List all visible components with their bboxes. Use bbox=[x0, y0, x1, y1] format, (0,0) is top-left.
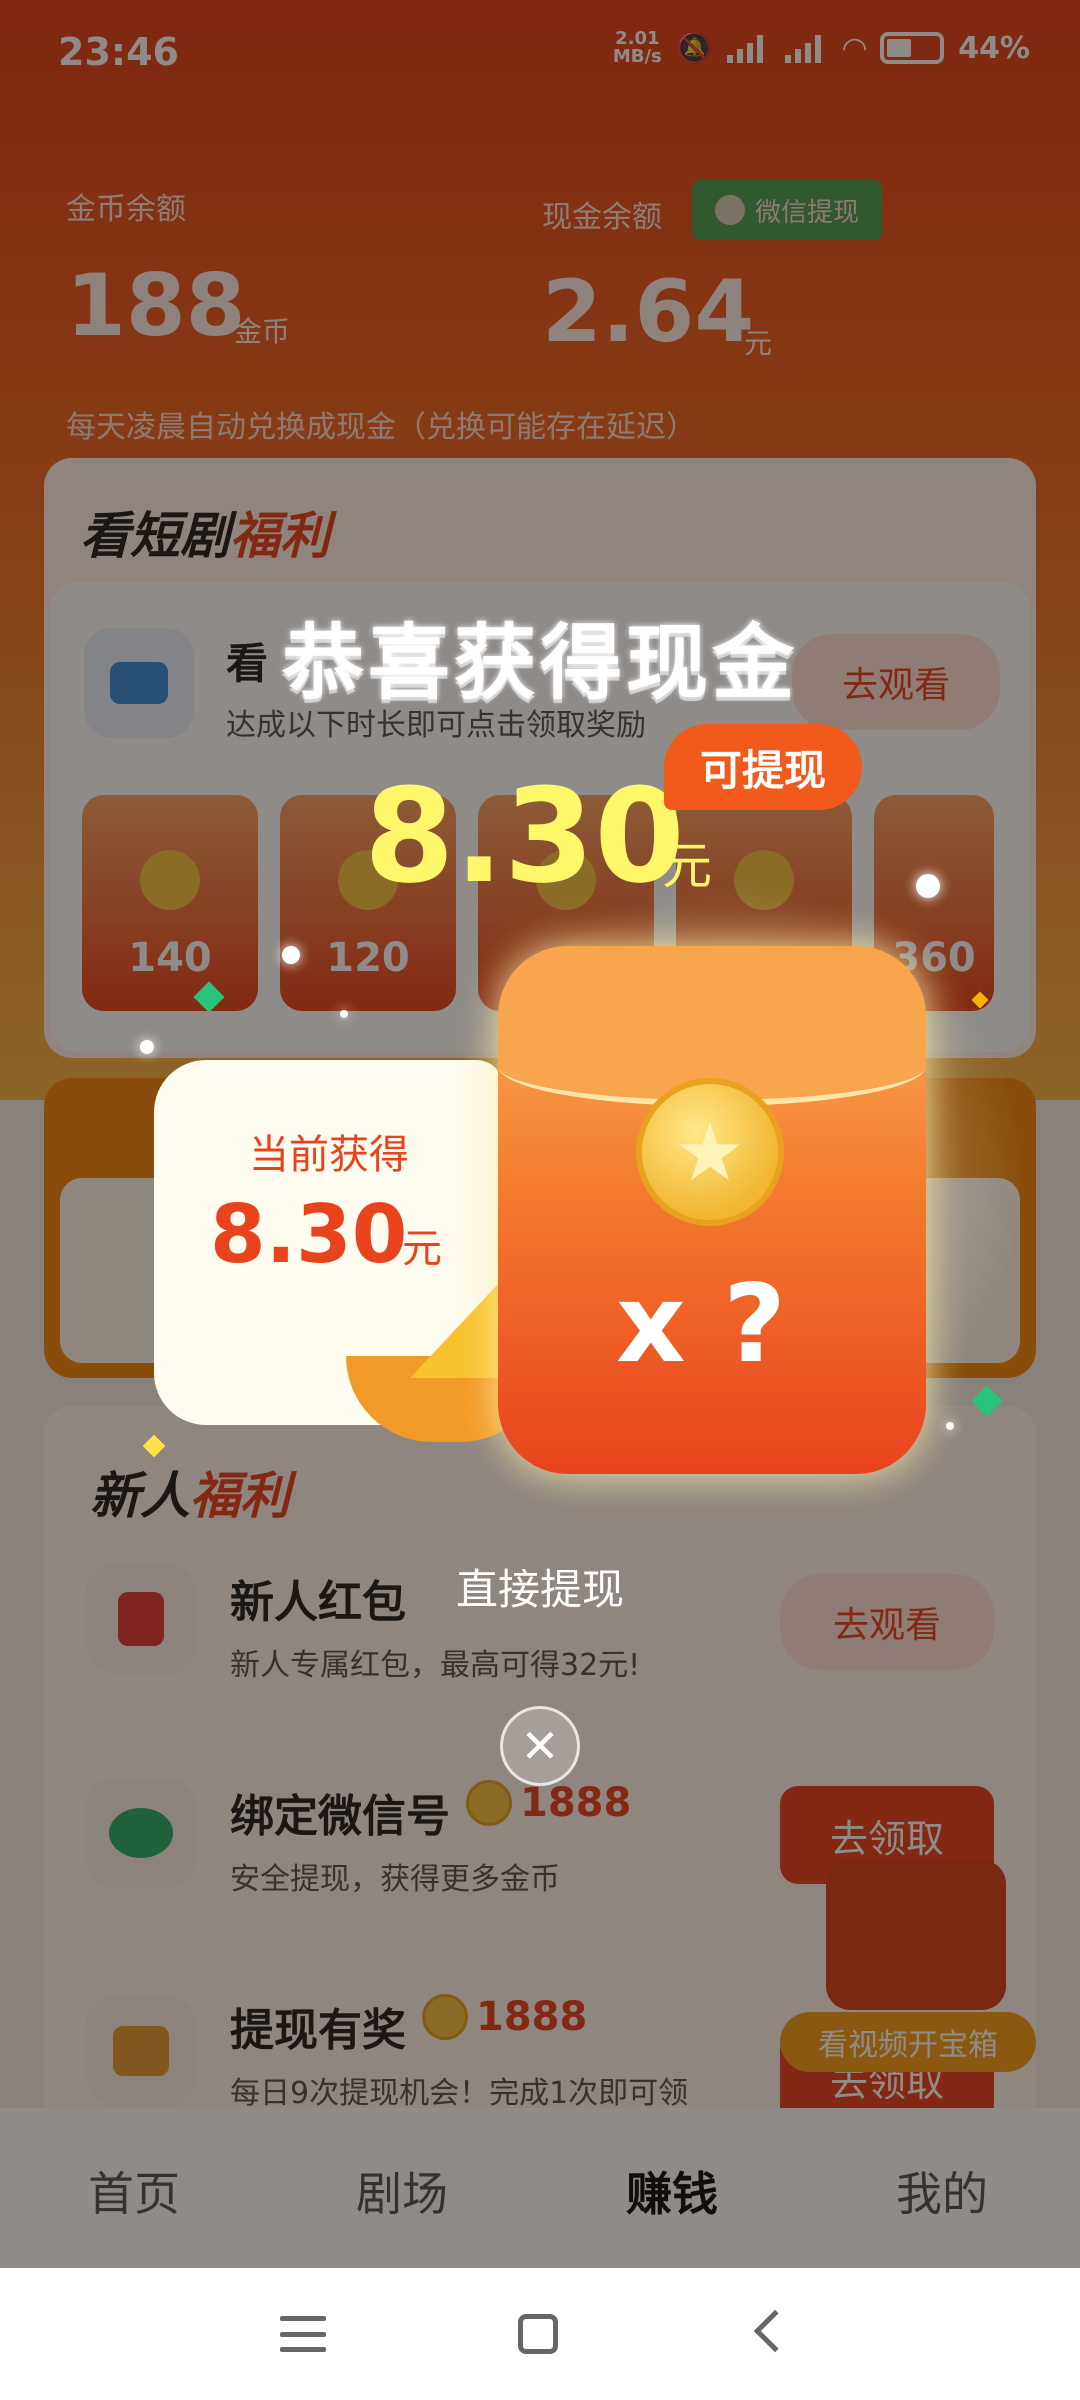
back-icon[interactable] bbox=[753, 2309, 797, 2353]
confetti-icon bbox=[193, 981, 225, 1013]
reward-amount: 8.30 bbox=[364, 760, 685, 912]
sparkle-icon bbox=[340, 1010, 348, 1018]
modal-title: 恭喜获得现金 bbox=[281, 616, 798, 711]
confetti-icon bbox=[971, 991, 989, 1009]
close-button[interactable]: ✕ bbox=[500, 1706, 580, 1786]
sparkle-icon bbox=[946, 1422, 954, 1430]
menu-icon[interactable] bbox=[280, 2316, 326, 2352]
current-earnings-amount: 8.30 bbox=[210, 1188, 408, 1281]
withdrawable-tag: 可提现 bbox=[664, 724, 862, 810]
star-coin-icon: ★ bbox=[636, 1078, 784, 1226]
reward-modal: 恭喜获得现金 8.30 元 可提现 当前获得 8.30 元 ★ x ? 直接提现… bbox=[0, 0, 1080, 2268]
direct-withdraw-link[interactable]: 直接提现 bbox=[0, 1556, 1080, 1617]
current-earnings-label: 当前获得 bbox=[249, 1132, 409, 1178]
home-icon[interactable] bbox=[518, 2314, 558, 2354]
sparkle-icon bbox=[282, 946, 300, 964]
multiplier-text: x ? bbox=[616, 1262, 786, 1387]
confetti-icon bbox=[971, 1385, 1003, 1417]
sparkle-icon bbox=[916, 874, 940, 898]
sparkle-icon bbox=[140, 1040, 154, 1054]
current-earnings-unit: 元 bbox=[402, 1226, 442, 1272]
system-nav-bar bbox=[0, 2268, 1080, 2400]
reward-amount-unit: 元 bbox=[662, 837, 712, 895]
close-icon: ✕ bbox=[520, 1719, 560, 1773]
confetti-icon bbox=[142, 1434, 166, 1458]
